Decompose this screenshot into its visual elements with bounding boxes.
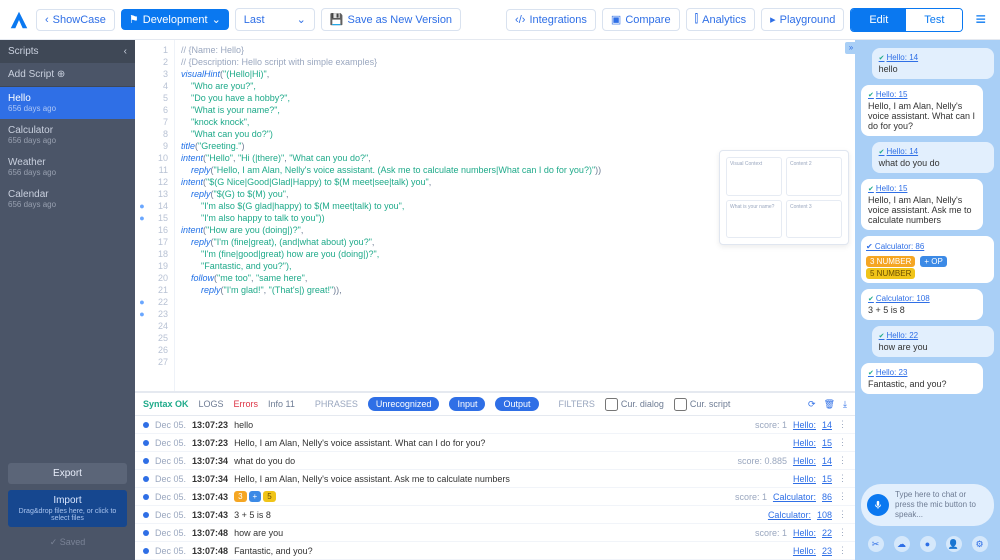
logs-panel: Dec 05.13:07:23helloscore: 1Hello:14⋮Dec…: [135, 416, 855, 560]
sidebar-title: Scripts: [8, 46, 39, 57]
import-button[interactable]: Import Drag&drop files here, or click to…: [8, 490, 127, 527]
chat-user-bubble[interactable]: Hello: 22how are you: [872, 326, 994, 357]
sidebar-item-calendar[interactable]: Calendar656 days ago: [0, 183, 135, 215]
sidebar-item-weather[interactable]: Weather656 days ago: [0, 151, 135, 183]
visual-hint-preview[interactable]: Visual Context Content 2 What is your na…: [719, 150, 849, 245]
logo-icon: [8, 9, 30, 31]
chat-user-bubble[interactable]: Hello: 14hello: [872, 48, 994, 79]
menu-button[interactable]: ≡: [969, 9, 992, 30]
chart-icon: ⫿: [695, 13, 699, 26]
pill-input[interactable]: Input: [449, 397, 485, 411]
preview-card: Content 3: [786, 200, 842, 239]
mode-test[interactable]: Test: [906, 9, 962, 31]
sidebar: Scripts ‹ Add Script ⊕ Hello656 days ago…: [0, 40, 135, 560]
log-row[interactable]: Dec 05.13:07:23Hello, I am Alan, Nelly's…: [135, 434, 855, 452]
preview-card: Content 2: [786, 157, 842, 196]
play-icon: ▸: [770, 13, 776, 26]
tab-info[interactable]: Info 11: [268, 399, 295, 409]
chat-panel: » Hello: 14helloHello: 15Hello, I am Ala…: [855, 40, 1000, 560]
chat-user-bubble[interactable]: Hello: 14what do you do: [872, 142, 994, 173]
tool-gear-icon[interactable]: ⚙: [972, 536, 988, 552]
mode-edit[interactable]: Edit: [851, 9, 906, 31]
tab-logs[interactable]: LOGS: [199, 399, 224, 409]
filters-label: FILTERS: [559, 399, 595, 409]
back-button[interactable]: ‹ ShowCase: [36, 9, 115, 31]
pill-unrecognized[interactable]: Unrecognized: [368, 397, 440, 411]
save-icon: 💾: [330, 13, 344, 26]
log-row[interactable]: Dec 05.13:07:48Fantastic, and you?Hello:…: [135, 542, 855, 560]
chat-bot-bubble[interactable]: Hello: 15Hello, I am Alan, Nelly's voice…: [861, 85, 983, 136]
mic-button[interactable]: [867, 494, 889, 516]
collapse-chat-icon[interactable]: »: [845, 42, 857, 54]
filter-cur-dialog[interactable]: Cur. dialog: [605, 398, 664, 411]
tool-mic-icon[interactable]: ●: [920, 536, 936, 552]
flag-icon: ⚑: [129, 13, 139, 26]
syntax-status: Syntax OK: [143, 399, 189, 409]
log-row[interactable]: Dec 05.13:07:34what do you doscore: 0.88…: [135, 452, 855, 470]
code-icon: ‹/›: [515, 14, 525, 26]
collapse-icon[interactable]: ‹: [124, 46, 127, 57]
tool-cut-icon[interactable]: ✂: [868, 536, 884, 552]
chevron-left-icon: ‹: [45, 14, 49, 26]
log-row[interactable]: Dec 05.13:07:48how are youscore: 1Hello:…: [135, 524, 855, 542]
version-dropdown[interactable]: Last ⌄: [235, 8, 315, 31]
saved-indicator: ✓ Saved: [8, 533, 127, 552]
fold-gutter[interactable]: ●●●●: [135, 40, 149, 391]
refresh-icon[interactable]: ⟳: [808, 399, 816, 410]
chat-tools: ✂ ☁ ● 👤 ⚙: [855, 532, 1000, 560]
chat-bot-bubble[interactable]: ✔ Calculator: 863 NUMBER + OP 5 NUMBER: [861, 236, 994, 283]
chat-bot-bubble[interactable]: Hello: 15Hello, I am Alan, Nelly's voice…: [861, 179, 983, 230]
plus-icon: ⊕: [57, 69, 65, 80]
line-gutter: 1234567891011121314151617181920212223242…: [149, 40, 175, 391]
add-script-button[interactable]: Add Script ⊕: [0, 63, 135, 87]
filter-cur-script[interactable]: Cur. script: [674, 398, 731, 411]
environment-dropdown[interactable]: ⚑ Development ⌄: [121, 9, 229, 30]
chevron-down-icon: ⌄: [212, 13, 221, 26]
log-row[interactable]: Dec 05.13:07:433+5score: 1Calculator:86⋮: [135, 488, 855, 506]
phrases-label: PHRASES: [315, 399, 358, 409]
tab-errors[interactable]: Errors: [234, 399, 259, 409]
chat-input[interactable]: Type here to chat or press the mic butto…: [861, 484, 994, 526]
preview-card: Visual Context: [726, 157, 782, 196]
analytics-button[interactable]: ⫿Analytics: [686, 8, 756, 31]
sidebar-item-hello[interactable]: Hello656 days ago: [0, 87, 135, 119]
sidebar-item-calculator[interactable]: Calculator656 days ago: [0, 119, 135, 151]
mode-toggle: Edit Test: [850, 8, 963, 32]
compare-button[interactable]: ▣Compare: [602, 8, 680, 31]
export-button[interactable]: Export: [8, 463, 127, 484]
compare-icon: ▣: [611, 13, 621, 26]
chat-bot-bubble[interactable]: Hello: 23Fantastic, and you?: [861, 363, 983, 394]
tool-user-icon[interactable]: 👤: [946, 536, 962, 552]
trash-icon[interactable]: 🗑: [824, 399, 835, 410]
tool-cloud-icon[interactable]: ☁: [894, 536, 910, 552]
log-row[interactable]: Dec 05.13:07:34Hello, I am Alan, Nelly's…: [135, 470, 855, 488]
log-row[interactable]: Dec 05.13:07:433 + 5 is 8Calculator:108⋮: [135, 506, 855, 524]
integrations-button[interactable]: ‹/›Integrations: [506, 9, 596, 31]
preview-card: What is your name?: [726, 200, 782, 239]
chat-bot-bubble[interactable]: Calculator: 1083 + 5 is 8: [861, 289, 983, 320]
log-row[interactable]: Dec 05.13:07:23helloscore: 1Hello:14⋮: [135, 416, 855, 434]
chat-placeholder: Type here to chat or press the mic butto…: [895, 490, 976, 519]
code-editor[interactable]: ●●●● 12345678910111213141516171819202122…: [135, 40, 855, 392]
playground-button[interactable]: ▸Playground: [761, 8, 844, 31]
download-icon[interactable]: ⤓: [843, 399, 847, 410]
topbar: ‹ ShowCase ⚑ Development ⌄ Last ⌄ 💾 Save…: [0, 0, 1000, 40]
chat-log: Hello: 14hello Hello: 15Hello, I am Alan,…: [855, 40, 1000, 478]
back-label: ShowCase: [53, 14, 106, 26]
mic-icon: [873, 500, 883, 510]
center-panel: ●●●● 12345678910111213141516171819202122…: [135, 40, 855, 560]
save-version-button[interactable]: 💾 Save as New Version: [321, 8, 461, 31]
chevron-down-icon: ⌄: [297, 13, 306, 26]
status-bar: Syntax OK LOGS Errors Info 11 PHRASES Un…: [135, 392, 855, 416]
pill-output[interactable]: Output: [495, 397, 538, 411]
